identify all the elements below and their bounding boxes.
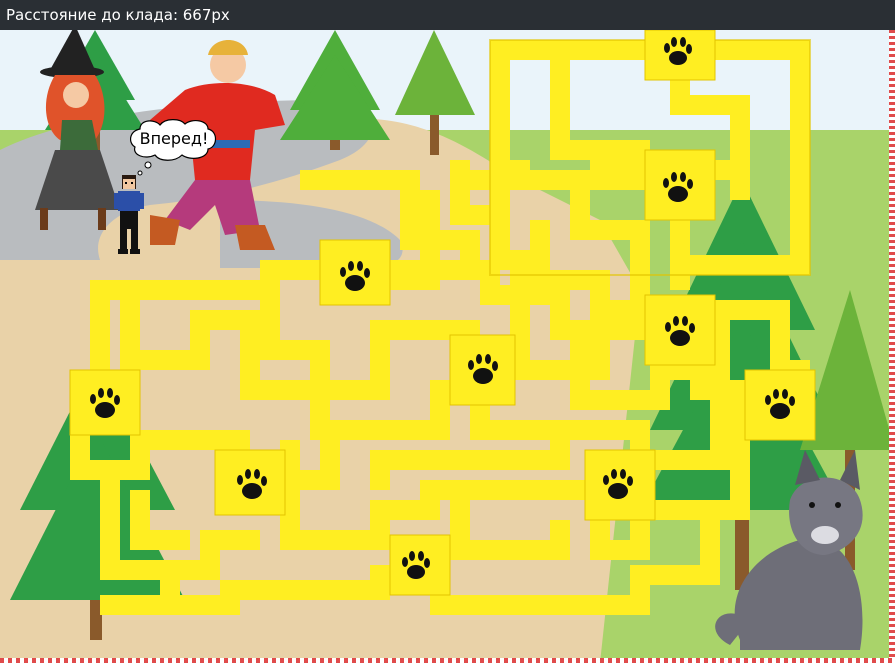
game-stage: Расстояние до клада: 667px Вперед! — [0, 0, 895, 663]
speech-text: Вперед! — [139, 129, 209, 148]
distance-to-treasure-readout: Расстояние до клада: 667px — [6, 6, 230, 24]
hud-bar: Расстояние до клада: 667px — [0, 0, 895, 30]
frame-border-right — [889, 30, 895, 663]
frame-border-bottom — [0, 658, 895, 663]
speech-bubble: Вперед! — [130, 119, 218, 161]
player-character[interactable] — [114, 175, 144, 255]
